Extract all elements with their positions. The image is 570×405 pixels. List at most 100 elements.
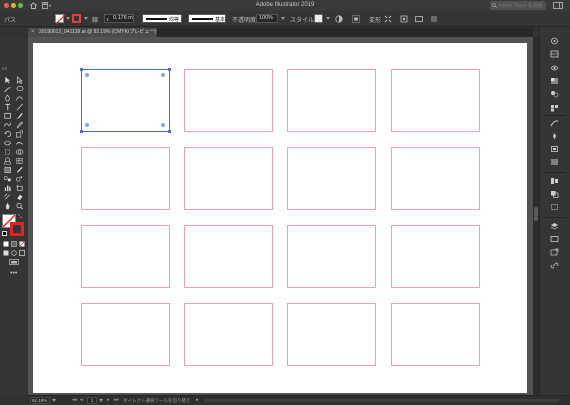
color-mode-buttons[interactable] [3,241,27,247]
document-setup-icon[interactable] [415,15,423,23]
draw-mode-buttons[interactable] [3,250,27,256]
isolate-group-icon[interactable] [384,15,392,23]
opacity-field[interactable]: 100% [256,14,278,23]
anchor-point[interactable] [168,130,171,133]
corner-widget-handle[interactable] [85,73,89,77]
variable-width-profile-dropdown[interactable]: 均等 [142,14,182,23]
draw-inside-icon[interactable] [19,250,25,256]
search-input[interactable] [498,1,544,10]
rectangle[interactable] [184,69,273,132]
rectangle[interactable] [81,303,170,366]
horizontal-scrollbar[interactable] [204,398,559,403]
zoom-tool-icon[interactable] [15,202,24,210]
rectangle[interactable] [391,69,480,132]
libraries-icon[interactable] [550,50,559,58]
corner-widget-handle[interactable] [85,123,89,127]
blend-tool-icon[interactable] [3,175,12,183]
rectangle[interactable] [81,147,170,210]
graphic-style-swatch[interactable] [314,14,323,23]
shaper-tool-icon[interactable] [3,121,12,129]
gradient-mode-icon[interactable] [11,241,17,247]
lasso-tool-icon[interactable] [15,85,24,93]
stroke-color-box[interactable] [10,222,24,236]
recolor-artwork-icon[interactable] [335,15,343,23]
artboard-number-field[interactable]: 1 [87,397,97,404]
scale-tool-icon[interactable] [15,130,24,138]
eraser-tool-icon[interactable] [15,193,24,201]
artboard[interactable] [33,43,527,393]
brush-definition-dropdown[interactable]: 基本 [188,14,226,23]
screen-mode-icon[interactable] [9,259,19,265]
rectangle[interactable] [287,303,376,366]
canvas[interactable] [28,37,533,395]
pen-tool-icon[interactable] [3,94,12,102]
opacity-label[interactable]: 不透明度 [232,11,256,27]
rectangle[interactable] [391,303,480,366]
gradient-tool-icon[interactable] [3,166,12,174]
layers-icon[interactable] [550,222,559,230]
color-guide-icon[interactable] [550,90,559,98]
stroke-weight-field[interactable]: ⬍ 0.176 m [104,14,134,23]
document-tab[interactable]: × 20190612_041139.ai @ 92.19% (CMYK/プレビュ… [28,28,158,37]
selection-tool-icon[interactable] [3,76,12,84]
vertical-scrollbar-thumb[interactable] [534,207,538,221]
zoom-dropdown-chevron-icon[interactable] [52,399,56,402]
column-graph-tool-icon[interactable] [3,184,12,192]
free-transform-tool-icon[interactable] [3,148,12,156]
width-tool-icon[interactable] [3,139,12,147]
rectangle[interactable] [184,303,273,366]
horizontal-scrollbar-thumb[interactable] [204,399,559,402]
select-similar-icon[interactable] [400,15,408,23]
magic-wand-tool-icon[interactable] [3,85,12,93]
artboard-tool-icon[interactable] [15,184,24,192]
default-fill-stroke-icon[interactable] [2,231,7,236]
pencil-tool-icon[interactable] [15,121,24,129]
line-tool-icon[interactable] [15,103,24,111]
next-artboard-button[interactable]: ▸ [107,397,110,403]
paintbrush-tool-icon[interactable] [15,112,24,120]
anchor-point[interactable] [168,68,171,71]
color-mode-icon[interactable] [3,241,9,247]
eyedropper-tool-icon[interactable] [15,166,24,174]
fill-swatch[interactable] [55,14,65,24]
transform-icon[interactable] [550,203,559,211]
stroke-dropdown-chevron-icon[interactable] [84,17,88,20]
zoom-field[interactable]: 92.19% [30,397,50,404]
align-icon[interactable] [550,177,559,185]
rectangle[interactable] [184,225,273,288]
status-tool-hint[interactable]: ダイレクト選択ツールを切り替え [123,398,191,404]
symbol-sprayer-tool-icon[interactable] [15,175,24,183]
toolbar-collapse-icon[interactable] [1,66,27,71]
stroke-swatch[interactable] [72,14,81,23]
rectangle[interactable] [287,69,376,132]
asset-export-icon[interactable] [550,248,559,256]
adobe-stock-search[interactable] [490,1,546,10]
close-tab-icon[interactable]: × [31,28,35,37]
rectangle[interactable] [287,147,376,210]
pathfinder-icon[interactable] [550,190,559,198]
swatches-icon[interactable] [550,104,559,112]
style-dropdown-chevron-icon[interactable] [326,17,330,20]
corner-widget-handle[interactable] [161,73,165,77]
status-menu-arrow-icon[interactable]: ▸ [196,397,199,403]
rectangle[interactable] [81,225,170,288]
corner-widget-handle[interactable] [161,123,165,127]
control-menu-icon[interactable] [430,15,438,23]
fill-dropdown-chevron-icon[interactable] [66,17,70,20]
draw-behind-icon[interactable] [11,250,17,256]
anchor-point[interactable] [80,130,83,133]
align-icon[interactable] [352,15,360,23]
transform-label[interactable]: 変形 [369,11,381,27]
curvature-tool-icon[interactable] [15,94,24,102]
warp-tool-icon[interactable] [15,139,24,147]
perspective-grid-tool-icon[interactable] [3,157,12,165]
spinner-icon[interactable]: ⬍ [106,16,109,23]
anchor-point[interactable] [80,68,83,71]
artboards-icon[interactable] [550,235,559,243]
edit-toolbar-icon[interactable]: ••• [10,270,17,277]
rectangle[interactable] [391,225,480,288]
rectangle-tool-icon[interactable] [3,112,12,120]
mesh-tool-icon[interactable] [15,157,24,165]
slice-tool-icon[interactable] [3,193,12,201]
rectangle[interactable] [184,147,273,210]
